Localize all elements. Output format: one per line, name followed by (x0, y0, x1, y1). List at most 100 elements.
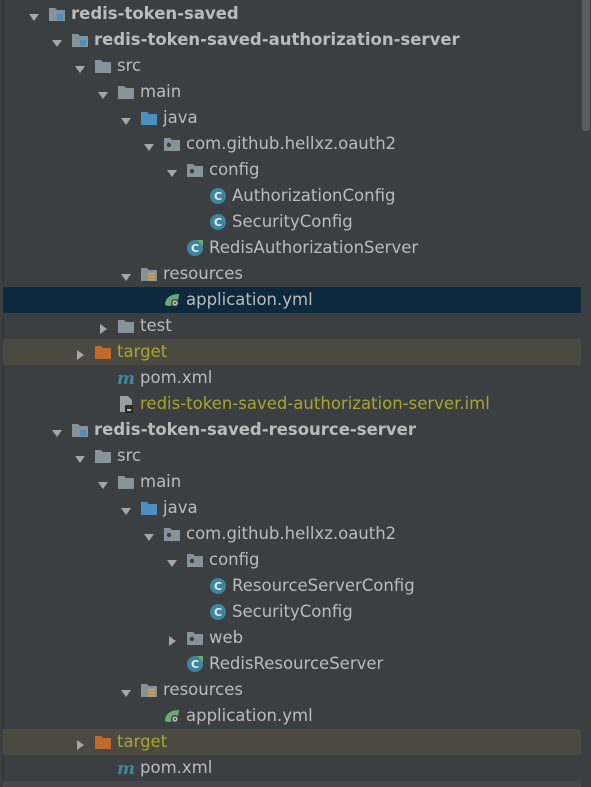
tree-row[interactable]: resources (3, 261, 581, 287)
tree-row[interactable]: redis-token-saved-authorization-server.i… (3, 391, 581, 417)
collapse-arrow-icon[interactable] (51, 34, 63, 47)
collapse-arrow-icon[interactable] (97, 476, 109, 489)
tree-item-label: java (163, 108, 198, 127)
tree-item-label: RedisAuthorizationServer (209, 238, 419, 257)
folder-icon (94, 447, 112, 465)
svg-text:C: C (191, 242, 199, 255)
class-icon: C (209, 187, 227, 205)
tree-item-label: redis-token-saved-authorization-server.i… (140, 394, 490, 413)
maven-icon: m (117, 759, 135, 779)
folder-icon (117, 473, 135, 491)
module-icon (48, 5, 66, 23)
tree-row[interactable]: C SecurityConfig (3, 209, 581, 235)
tree-item-label: src (117, 56, 142, 75)
collapse-arrow-icon[interactable] (74, 450, 86, 463)
tree-row[interactable]: test (3, 313, 581, 339)
maven-icon: m (117, 369, 135, 389)
spring-yml-icon (163, 707, 181, 725)
tree-row[interactable]: config (3, 547, 581, 573)
excluded-folder-icon (94, 733, 112, 751)
vertical-scrollbar[interactable] (582, 0, 591, 787)
tree-row[interactable]: main (3, 79, 581, 105)
folder-icon (117, 83, 135, 101)
tree-item-label: main (140, 472, 182, 491)
package-icon (186, 551, 204, 569)
spring-yml-icon (163, 291, 181, 309)
tree-row[interactable]: target (3, 339, 581, 365)
tree-item-label: SecurityConfig (232, 212, 353, 231)
collapse-arrow-icon[interactable] (143, 528, 155, 541)
tree-item-label: main (140, 82, 182, 101)
collapse-arrow-icon[interactable] (143, 138, 155, 151)
tree-row[interactable]: web (3, 625, 581, 651)
tree-row[interactable]: m pom.xml (3, 755, 581, 781)
tree-row[interactable]: redis-token-saved-authorization-server (3, 27, 581, 53)
class-icon: C (209, 213, 227, 231)
source-folder-icon (140, 109, 158, 127)
tree-row[interactable]: redis-token-saved-resource-server (3, 417, 581, 443)
tree-row[interactable]: com.github.hellxz.oauth2 (3, 131, 581, 157)
svg-text:C: C (191, 658, 199, 671)
svg-text:C: C (214, 580, 222, 593)
tree-row[interactable]: java (3, 495, 581, 521)
folder-icon (117, 317, 135, 335)
module-icon (71, 31, 89, 49)
tree-row[interactable]: C RedisResourceServer (3, 651, 581, 677)
collapse-arrow-icon[interactable] (120, 112, 132, 125)
tree-row[interactable]: target (3, 729, 581, 755)
excluded-folder-icon (94, 343, 112, 361)
tree-item-label: java (163, 498, 198, 517)
module-icon (71, 421, 89, 439)
collapse-arrow-icon[interactable] (120, 502, 132, 515)
vertical-scrollbar-thumb[interactable] (582, 0, 590, 131)
tree-row[interactable]: application.yml (3, 703, 581, 729)
svg-text:C: C (214, 216, 222, 229)
spring-boot-class-icon: C (186, 239, 204, 257)
tree-row[interactable]: C ResourceServerConfig (3, 573, 581, 599)
tree-item-label: resources (163, 264, 243, 283)
class-icon: C (209, 603, 227, 621)
collapse-arrow-icon[interactable] (97, 86, 109, 99)
tree-row[interactable]: src (3, 443, 581, 469)
tree-row[interactable]: src (3, 53, 581, 79)
class-icon: C (209, 577, 227, 595)
tree-row[interactable]: main (3, 469, 581, 495)
spring-boot-class-icon: C (186, 655, 204, 673)
tree-item-label: ResourceServerConfig (232, 576, 415, 595)
expand-arrow-icon[interactable] (166, 632, 178, 646)
collapse-arrow-icon[interactable] (120, 268, 132, 281)
source-folder-icon (140, 499, 158, 517)
tree-row[interactable]: C AuthorizationConfig (3, 183, 581, 209)
tree-row[interactable]: m pom.xml (3, 365, 581, 391)
collapse-arrow-icon[interactable] (166, 554, 178, 567)
package-icon (186, 629, 204, 647)
resources-folder-icon (140, 265, 158, 283)
tree-item-label: src (117, 446, 142, 465)
tree-row[interactable]: resources (3, 677, 581, 703)
tree-row[interactable]: config (3, 157, 581, 183)
folder-icon (94, 57, 112, 75)
tree-row[interactable]: java (3, 105, 581, 131)
tree-item-label: config (209, 550, 260, 569)
collapse-arrow-icon[interactable] (120, 684, 132, 697)
tree-row[interactable]: com.github.hellxz.oauth2 (3, 521, 581, 547)
tree-item-label: target (117, 732, 168, 751)
tree-row[interactable]: redis-token-saved (3, 1, 581, 27)
collapse-arrow-icon[interactable] (51, 424, 63, 437)
expand-arrow-icon[interactable] (97, 320, 109, 334)
iml-file-icon (117, 395, 135, 413)
tree-row[interactable]: C SecurityConfig (3, 599, 581, 625)
tree-row[interactable]: C RedisAuthorizationServer (3, 235, 581, 261)
tree-item-label: application.yml (186, 706, 313, 725)
tree-item-label: com.github.hellxz.oauth2 (186, 134, 397, 153)
package-icon (163, 135, 181, 153)
collapse-arrow-icon[interactable] (28, 8, 40, 21)
tree-row[interactable]: application.yml (3, 287, 581, 313)
tree-item-label: redis-token-saved-resource-server (94, 420, 416, 439)
collapse-arrow-icon[interactable] (74, 60, 86, 73)
horizontal-scrollbar-strip[interactable] (3, 781, 581, 787)
expand-arrow-icon[interactable] (74, 346, 86, 360)
tree-item-label: config (209, 160, 260, 179)
expand-arrow-icon[interactable] (74, 736, 86, 750)
collapse-arrow-icon[interactable] (166, 164, 178, 177)
